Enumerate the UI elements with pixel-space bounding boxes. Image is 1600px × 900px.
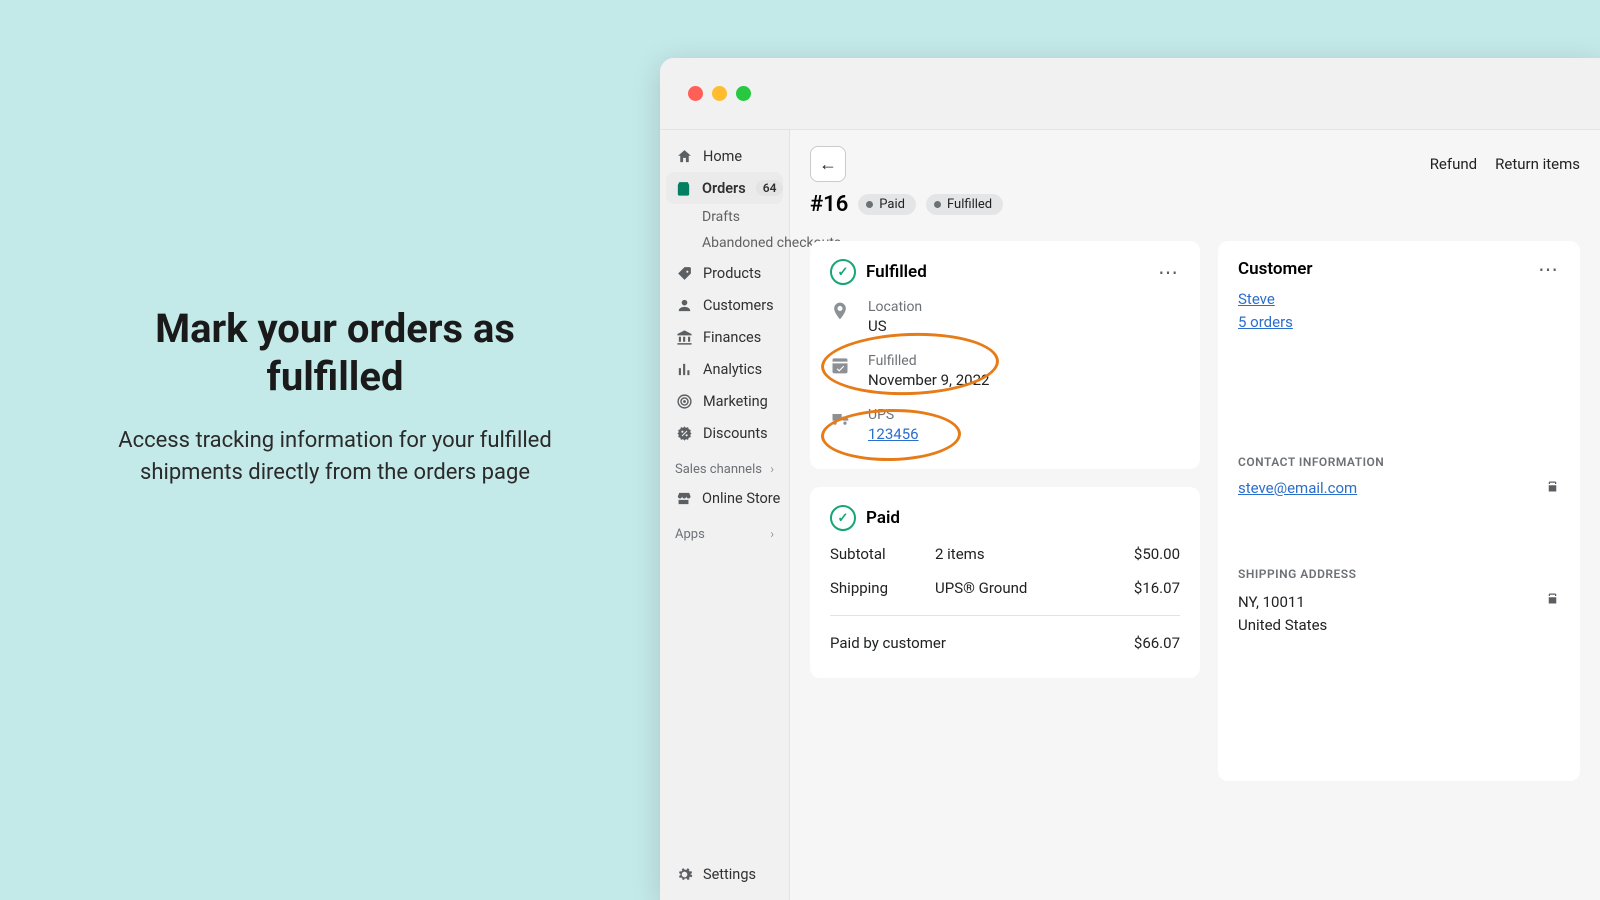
clipboard-icon[interactable] xyxy=(1545,479,1560,494)
maximize-window-button[interactable] xyxy=(736,86,751,101)
sidebar-label: Analytics xyxy=(703,361,762,378)
sidebar-label: Settings xyxy=(703,866,756,883)
sidebar-label: Products xyxy=(703,265,761,282)
sidebar-label: Finances xyxy=(703,329,761,346)
sidebar-item-analytics[interactable]: Analytics xyxy=(666,354,783,386)
titlebar xyxy=(660,58,1600,130)
target-icon xyxy=(675,393,693,411)
store-icon xyxy=(675,490,692,508)
sidebar-item-home[interactable]: Home xyxy=(666,140,783,172)
chevron-right-icon: › xyxy=(770,462,774,476)
orders-count-badge: 64 xyxy=(756,180,784,196)
sidebar-item-marketing[interactable]: Marketing xyxy=(666,386,783,418)
subtotal-items: 2 items xyxy=(935,545,1134,563)
sidebar-label: Orders xyxy=(702,180,746,197)
sidebar-item-orders[interactable]: Orders 64 xyxy=(666,172,783,204)
card-title: Fulfilled xyxy=(866,262,927,282)
sidebar-item-settings[interactable]: Settings xyxy=(666,858,783,890)
address-line: NY, 10011 xyxy=(1238,591,1327,614)
sidebar-label: Customers xyxy=(703,297,774,314)
promo-title: Mark your orders as fulfilled xyxy=(95,305,575,401)
fulfilled-card: ✓ Fulfilled ⋯ Location US xyxy=(810,241,1200,469)
gear-icon xyxy=(675,865,693,883)
paid-by-label: Paid by customer xyxy=(830,634,1134,652)
sidebar: Home Orders 64 Drafts Abandoned checkout… xyxy=(660,130,790,900)
close-window-button[interactable] xyxy=(688,86,703,101)
contact-info-label: CONTACT INFORMATION xyxy=(1238,455,1560,469)
promo-subtitle: Access tracking information for your ful… xyxy=(95,425,575,489)
status-badge-paid: Paid xyxy=(858,194,916,215)
divider xyxy=(830,615,1180,616)
check-circle-icon: ✓ xyxy=(830,259,856,285)
card-title: Customer xyxy=(1238,259,1313,279)
sidebar-item-discounts[interactable]: Discounts xyxy=(666,418,783,450)
tag-icon xyxy=(675,265,693,283)
sidebar-label: Online Store xyxy=(702,490,780,507)
minimize-window-button[interactable] xyxy=(712,86,727,101)
shipping-amount: $16.07 xyxy=(1134,579,1180,597)
sidebar-label: Discounts xyxy=(703,425,768,442)
check-circle-icon: ✓ xyxy=(830,505,856,531)
customer-name-link[interactable]: Steve xyxy=(1238,290,1275,308)
chevron-right-icon: › xyxy=(770,527,774,541)
arrow-left-icon: ← xyxy=(819,154,837,175)
sidebar-section-apps[interactable]: Apps › xyxy=(666,515,783,548)
section-label: Sales channels xyxy=(675,462,762,477)
pin-icon xyxy=(830,299,854,321)
address-line: United States xyxy=(1238,614,1327,637)
customer-orders-link[interactable]: 5 orders xyxy=(1238,313,1293,331)
sidebar-item-customers[interactable]: Customers xyxy=(666,290,783,322)
discount-icon xyxy=(675,425,693,443)
shipping-address-label: SHIPPING ADDRESS xyxy=(1238,567,1560,581)
customer-card: Customer ⋯ Steve 5 orders CONTACT INFORM… xyxy=(1218,241,1580,781)
order-number: #16 xyxy=(810,192,848,217)
app-window: Home Orders 64 Drafts Abandoned checkout… xyxy=(660,58,1600,900)
sidebar-item-finances[interactable]: Finances xyxy=(666,322,783,354)
subtotal-amount: $50.00 xyxy=(1134,545,1180,563)
main-content: ← Refund Return items #16 Paid Fulfilled… xyxy=(790,130,1600,900)
promo-panel: Mark your orders as fulfilled Access tra… xyxy=(95,305,575,489)
orders-icon xyxy=(675,179,692,197)
sidebar-item-abandoned[interactable]: Abandoned checkouts xyxy=(666,230,783,258)
refund-button[interactable]: Refund xyxy=(1430,155,1477,173)
sidebar-section-sales-channels[interactable]: Sales channels › xyxy=(666,450,783,483)
annotation-circle xyxy=(821,408,962,462)
paid-amount: $66.07 xyxy=(1134,634,1180,652)
chart-icon xyxy=(675,361,693,379)
more-button[interactable]: ⋯ xyxy=(1158,262,1180,282)
sidebar-item-online-store[interactable]: Online Store xyxy=(666,483,783,515)
shipping-method: UPS® Ground xyxy=(935,579,1134,597)
back-button[interactable]: ← xyxy=(810,146,846,182)
return-items-button[interactable]: Return items xyxy=(1495,155,1580,173)
subtotal-label: Subtotal xyxy=(830,545,935,563)
sidebar-item-products[interactable]: Products xyxy=(666,258,783,290)
sidebar-item-drafts[interactable]: Drafts xyxy=(666,204,783,230)
paid-card: ✓ Paid Subtotal 2 items $50.00 Shipping xyxy=(810,487,1200,678)
bank-icon xyxy=(675,329,693,347)
sidebar-label: Marketing xyxy=(703,393,768,410)
location-label: Location xyxy=(868,299,922,315)
section-label: Apps xyxy=(675,527,705,542)
sidebar-label: Home xyxy=(703,148,742,165)
card-title: Paid xyxy=(866,508,900,528)
more-button[interactable]: ⋯ xyxy=(1538,259,1560,279)
person-icon xyxy=(675,297,693,315)
shipping-label: Shipping xyxy=(830,579,935,597)
home-icon xyxy=(675,147,693,165)
status-badge-fulfilled: Fulfilled xyxy=(926,194,1003,215)
customer-email-link[interactable]: steve@email.com xyxy=(1238,479,1357,497)
clipboard-icon[interactable] xyxy=(1545,591,1560,606)
